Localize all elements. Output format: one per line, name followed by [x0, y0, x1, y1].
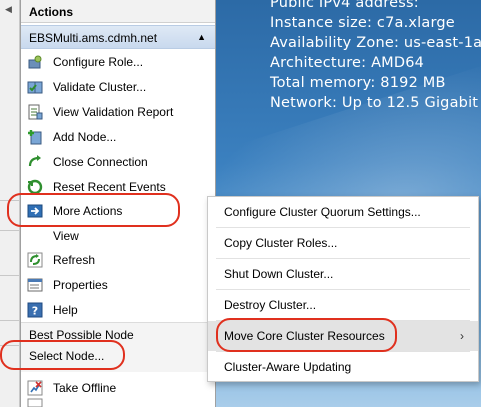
chevron-right-icon: ›: [460, 329, 464, 343]
take-offline-icon: [27, 380, 43, 396]
refresh-icon: [27, 252, 43, 268]
partial-icon: [27, 395, 43, 407]
action-label: View: [53, 228, 79, 243]
action-more-actions[interactable]: More Actions: [21, 198, 217, 223]
add-node-icon: [27, 129, 43, 145]
actions-section-header[interactable]: EBSMulti.ams.cdmh.net ▲: [21, 25, 215, 49]
action-label: View Validation Report: [53, 104, 174, 119]
action-label: More Actions: [53, 203, 123, 218]
menu-item-label: Cluster-Aware Updating: [224, 360, 352, 374]
menu-configure-quorum[interactable]: Configure Cluster Quorum Settings...: [208, 197, 478, 227]
action-label: Take Offline: [53, 380, 117, 395]
close-connection-icon: [27, 154, 43, 170]
validate-cluster-icon: [27, 79, 43, 95]
action-add-node[interactable]: Add Node...: [21, 124, 217, 149]
svg-text:?: ?: [32, 304, 38, 317]
action-validate-cluster[interactable]: Validate Cluster...: [21, 74, 217, 99]
action-best-possible-node[interactable]: Best Possible Node: [29, 328, 134, 342]
menu-copy-cluster-roles[interactable]: Copy Cluster Roles...: [208, 228, 478, 258]
action-label: Properties: [53, 277, 108, 292]
more-actions-icon: [27, 203, 43, 219]
bginfo-overlay: Public IPv4 address: Instance size: c7a.…: [270, 0, 481, 113]
menu-destroy-cluster[interactable]: Destroy Cluster...: [208, 290, 478, 320]
action-partial-row: [21, 398, 217, 407]
properties-icon: [27, 277, 43, 293]
validation-report-icon: [27, 104, 43, 120]
menu-cluster-aware-updating[interactable]: Cluster-Aware Updating: [208, 352, 478, 382]
console-tree-edge: ◀: [0, 0, 20, 407]
actions-title: Actions: [21, 0, 215, 23]
action-select-node[interactable]: Select Node...: [29, 349, 104, 363]
collapse-caret-icon[interactable]: ▲: [197, 32, 206, 42]
menu-item-label: Shut Down Cluster...: [224, 267, 334, 281]
menu-item-label: Copy Cluster Roles...: [224, 236, 338, 250]
bginfo-line: Availability Zone: us-east-1a: [270, 35, 481, 51]
action-label: Close Connection: [53, 154, 148, 169]
menu-item-label: Destroy Cluster...: [224, 298, 317, 312]
bginfo-line: Network: Up to 12.5 Gigabit: [270, 95, 479, 111]
bginfo-line: Architecture: AMD64: [270, 55, 425, 71]
action-reset-recent-events[interactable]: Reset Recent Events: [21, 174, 217, 199]
bginfo-line: Total memory: 8192 MB: [270, 75, 446, 91]
action-label: Refresh: [53, 252, 96, 267]
menu-shut-down-cluster[interactable]: Shut Down Cluster...: [208, 259, 478, 289]
collapse-arrow-icon[interactable]: ◀: [5, 4, 12, 15]
action-view[interactable]: View: [21, 223, 217, 248]
action-label: Add Node...: [53, 129, 117, 144]
bginfo-line: Public IPv4 address:: [270, 0, 419, 11]
more-actions-submenu: Configure Cluster Quorum Settings... Cop…: [207, 196, 479, 382]
action-label: Configure Role...: [53, 54, 144, 69]
actions-pane: Actions EBSMulti.ams.cdmh.net ▲ Configur…: [20, 0, 217, 407]
action-view-validation-report[interactable]: View Validation Report: [21, 99, 217, 124]
help-icon: ?: [27, 302, 43, 318]
menu-move-core-cluster-resources[interactable]: Move Core Cluster Resources ›: [208, 321, 478, 351]
bginfo-line: Instance size: c7a.xlarge: [270, 15, 455, 31]
menu-item-label: Configure Cluster Quorum Settings...: [224, 205, 421, 219]
action-configure-role[interactable]: Configure Role...: [21, 49, 217, 74]
configure-role-icon: [27, 54, 43, 70]
action-properties[interactable]: Properties: [21, 272, 217, 297]
section-title: EBSMulti.ams.cdmh.net: [29, 31, 158, 45]
action-help[interactable]: ? Help: [21, 297, 217, 322]
action-label: Reset Recent Events: [53, 179, 166, 194]
action-label: Help: [53, 302, 78, 317]
action-label: Validate Cluster...: [53, 79, 147, 94]
action-refresh[interactable]: Refresh: [21, 247, 217, 272]
reset-events-icon: [27, 179, 43, 195]
menu-item-label: Move Core Cluster Resources: [224, 329, 385, 343]
action-close-connection[interactable]: Close Connection: [21, 149, 217, 174]
action-take-offline[interactable]: Take Offline: [21, 375, 217, 400]
